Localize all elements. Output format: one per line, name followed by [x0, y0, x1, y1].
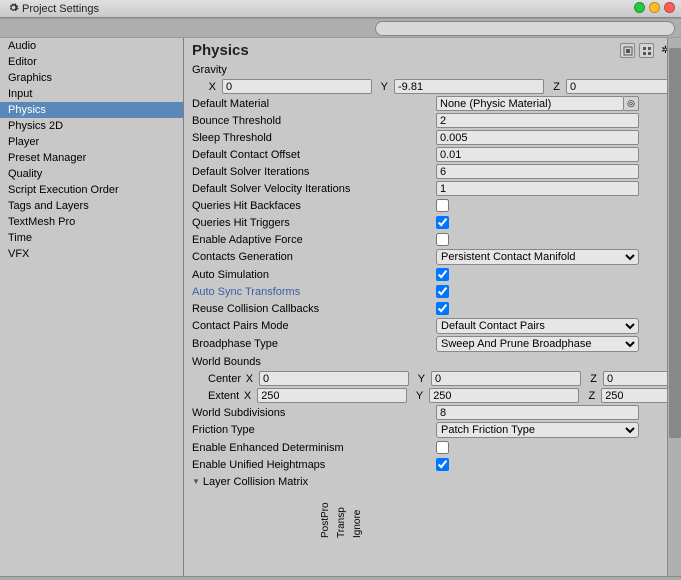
gravity-x-input[interactable] — [222, 79, 372, 94]
reuse-collision-callbacks-label: Reuse Collision Callbacks — [190, 303, 436, 315]
default-material-label: Default Material — [190, 98, 436, 110]
axis-x-label: X — [204, 81, 216, 93]
sidebar-item-tags-and-layers[interactable]: Tags and Layers — [0, 198, 183, 214]
default-contact-offset-label: Default Contact Offset — [190, 149, 436, 161]
world-bounds-center-x[interactable] — [259, 371, 409, 386]
gravity-label: Gravity — [190, 64, 436, 76]
enable-adaptive-force-checkbox[interactable] — [436, 233, 449, 246]
status-bar — [0, 576, 681, 580]
vertical-scrollbar[interactable] — [667, 38, 681, 576]
bounce-threshold-input[interactable] — [436, 113, 639, 128]
sidebar-item-preset-manager[interactable]: Preset Manager — [0, 150, 183, 166]
sidebar-item-vfx[interactable]: VFX — [0, 246, 183, 262]
sidebar-item-editor[interactable]: Editor — [0, 54, 183, 70]
world-bounds-center-label: Center — [190, 373, 241, 385]
sidebar-item-graphics[interactable]: Graphics — [0, 70, 183, 86]
window-title: Project Settings — [22, 3, 99, 15]
default-solver-iterations-label: Default Solver Iterations — [190, 166, 436, 178]
preset-icon[interactable] — [620, 43, 635, 58]
contacts-generation-select[interactable]: Persistent Contact Manifold — [436, 249, 639, 265]
world-bounds-extent-y[interactable] — [429, 388, 579, 403]
friction-type-select[interactable]: Patch Friction Type — [436, 422, 639, 438]
sidebar-item-physics[interactable]: Physics — [0, 102, 183, 118]
search-bar: ⌕ — [0, 18, 681, 38]
friction-type-label: Friction Type — [190, 424, 436, 436]
world-subdivisions-input[interactable] — [436, 405, 639, 420]
sidebar-item-input[interactable]: Input — [0, 86, 183, 102]
titlebar: Project Settings — [0, 0, 681, 18]
minimize-button[interactable] — [649, 2, 660, 13]
main-panel: Physics ✲ Gravity X Y Z — [184, 38, 681, 576]
sleep-threshold-input[interactable] — [436, 130, 639, 145]
auto-simulation-checkbox[interactable] — [436, 268, 449, 281]
default-material-field[interactable] — [436, 96, 624, 111]
sidebar-item-player[interactable]: Player — [0, 134, 183, 150]
layer-collision-matrix-foldout[interactable]: Layer Collision Matrix — [190, 476, 436, 488]
queries-hit-triggers-label: Queries Hit Triggers — [190, 217, 436, 229]
broadphase-type-label: Broadphase Type — [190, 338, 436, 350]
enable-enhanced-determinism-checkbox[interactable] — [436, 441, 449, 454]
auto-sync-transforms-label: Auto Sync Transforms — [190, 286, 436, 298]
matrix-column-label: PostPro — [320, 502, 331, 538]
enable-unified-heightmaps-label: Enable Unified Heightmaps — [190, 459, 436, 471]
default-solver-velocity-iterations-input[interactable] — [436, 181, 639, 196]
auto-sync-transforms-checkbox[interactable] — [436, 285, 449, 298]
contacts-generation-label: Contacts Generation — [190, 251, 436, 263]
default-solver-velocity-iterations-label: Default Solver Velocity Iterations — [190, 183, 436, 195]
axis-z-label: Z — [548, 81, 560, 93]
sidebar-item-physics-2d[interactable]: Physics 2D — [0, 118, 183, 134]
object-picker-icon[interactable]: ◎ — [624, 96, 639, 111]
enable-unified-heightmaps-checkbox[interactable] — [436, 458, 449, 471]
help-icon[interactable] — [639, 43, 654, 58]
queries-hit-backfaces-checkbox[interactable] — [436, 199, 449, 212]
contact-pairs-mode-label: Contact Pairs Mode — [190, 320, 436, 332]
auto-simulation-label: Auto Simulation — [190, 269, 436, 281]
zoom-button[interactable] — [634, 2, 645, 13]
default-contact-offset-input[interactable] — [436, 147, 639, 162]
broadphase-type-select[interactable]: Sweep And Prune Broadphase — [436, 336, 639, 352]
layer-collision-matrix: PostPro Transp Ignore — [190, 494, 675, 540]
enable-enhanced-determinism-label: Enable Enhanced Determinism — [190, 442, 436, 454]
queries-hit-triggers-checkbox[interactable] — [436, 216, 449, 229]
enable-adaptive-force-label: Enable Adaptive Force — [190, 234, 436, 246]
axis-y-label: Y — [376, 81, 388, 93]
sleep-threshold-label: Sleep Threshold — [190, 132, 436, 144]
matrix-column-label: Transp — [336, 507, 347, 538]
default-solver-iterations-input[interactable] — [436, 164, 639, 179]
page-title: Physics — [192, 42, 249, 59]
macos-window-controls — [634, 2, 675, 13]
search-input[interactable] — [375, 21, 675, 36]
sidebar: AudioEditorGraphicsInputPhysicsPhysics 2… — [0, 38, 184, 576]
window-tab[interactable]: Project Settings — [4, 0, 103, 18]
reuse-collision-callbacks-checkbox[interactable] — [436, 302, 449, 315]
matrix-column-label: Ignore — [352, 510, 363, 538]
sidebar-item-quality[interactable]: Quality — [0, 166, 183, 182]
sidebar-item-textmesh-pro[interactable]: TextMesh Pro — [0, 214, 183, 230]
world-bounds-center-y[interactable] — [431, 371, 581, 386]
sidebar-item-time[interactable]: Time — [0, 230, 183, 246]
close-button[interactable] — [664, 2, 675, 13]
world-subdivisions-label: World Subdivisions — [190, 407, 436, 419]
gravity-z-input[interactable] — [566, 79, 681, 94]
sidebar-item-script-execution-order[interactable]: Script Execution Order — [0, 182, 183, 198]
gravity-y-input[interactable] — [394, 79, 544, 94]
queries-hit-backfaces-label: Queries Hit Backfaces — [190, 200, 436, 212]
world-bounds-extent-x[interactable] — [257, 388, 407, 403]
scrollbar-thumb[interactable] — [669, 48, 681, 438]
contact-pairs-mode-select[interactable]: Default Contact Pairs — [436, 318, 639, 334]
world-bounds-label: World Bounds — [190, 356, 436, 368]
bounce-threshold-label: Bounce Threshold — [190, 115, 436, 127]
inspector-content: Gravity X Y Z Default Material ◎ Bounce … — [184, 61, 681, 576]
sidebar-item-audio[interactable]: Audio — [0, 38, 183, 54]
world-bounds-extent-label: Extent — [190, 390, 239, 402]
gear-icon — [8, 2, 19, 16]
